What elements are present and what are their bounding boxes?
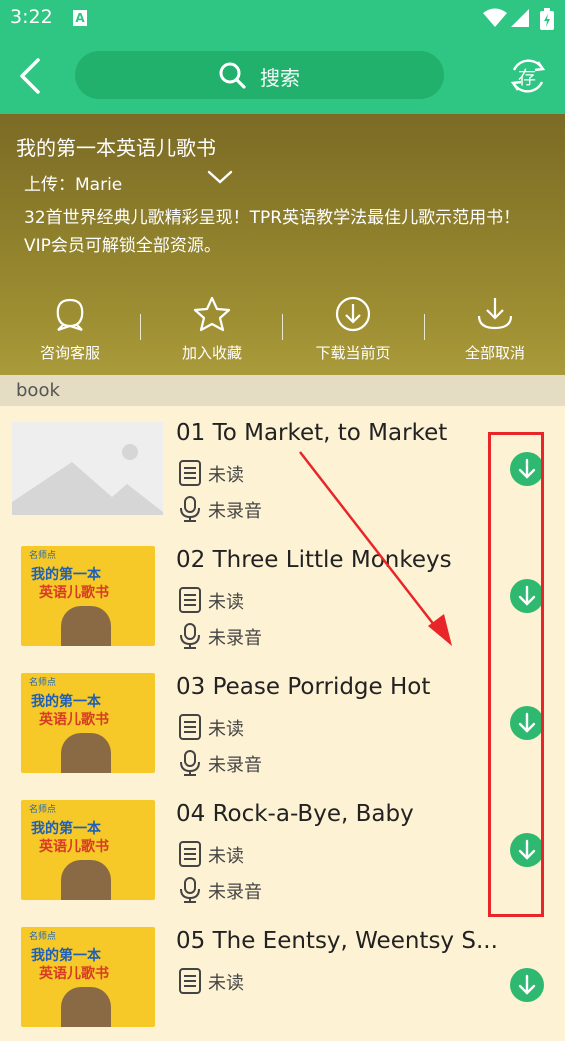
book-cover-thumbnail: 名师点 我的第一本 英语儿歌书 <box>21 546 155 646</box>
download-icon <box>518 974 536 995</box>
back-arrow-icon[interactable] <box>12 56 50 96</box>
customer-service-button[interactable]: 咨询客服 <box>5 296 135 366</box>
divider <box>424 314 425 340</box>
record-status-text: 未录音 <box>208 628 262 649</box>
uploader-label: 上传：Marie <box>24 175 123 195</box>
action-label: 全部取消 <box>464 344 525 362</box>
read-status-text: 未读 <box>208 465 244 486</box>
search-placeholder: 搜索 <box>260 66 300 90</box>
document-icon <box>179 841 201 867</box>
section-label: book <box>16 380 60 401</box>
search-bar[interactable]: 搜索 <box>75 51 444 99</box>
microphone-icon <box>180 750 200 776</box>
microphone-icon <box>180 496 200 522</box>
cover-title-line2: 英语儿歌书 <box>39 585 109 601</box>
record-status-text: 未录音 <box>208 755 262 776</box>
cover-tag: 名师点 <box>29 932 57 942</box>
divider <box>282 314 283 340</box>
status-time: 3:22 <box>10 6 53 28</box>
store-label: 存 <box>518 68 536 89</box>
cover-illustration <box>61 987 111 1027</box>
document-icon <box>179 714 201 740</box>
read-status-text: 未读 <box>208 592 244 613</box>
cancel-all-button[interactable]: 全部取消 <box>430 296 560 366</box>
cell-signal-icon <box>511 9 529 27</box>
list-item[interactable]: 名师点 我的第一本 英语儿歌书 05 The Eentsy, Weentsy S… <box>0 914 565 1041</box>
cover-illustration <box>61 606 111 646</box>
cover-tag: 名师点 <box>29 551 57 561</box>
cover-title-line1: 我的第一本 <box>31 821 101 837</box>
cover-title-line2: 英语儿歌书 <box>39 839 109 855</box>
section-header: book <box>0 375 565 406</box>
star-icon <box>193 296 231 332</box>
microphone-icon <box>180 623 200 649</box>
record-status-text: 未录音 <box>208 882 262 903</box>
book-cover-thumbnail: 名师点 我的第一本 英语儿歌书 <box>21 673 155 773</box>
document-icon <box>179 587 201 613</box>
cover-title-line2: 英语儿歌书 <box>39 966 109 982</box>
chevron-down-icon[interactable] <box>206 168 234 186</box>
status-indicator-icon: A <box>73 10 87 26</box>
book-title: 我的第一本英语儿歌书 <box>16 136 216 160</box>
cover-title-line1: 我的第一本 <box>31 567 101 583</box>
book-cover-thumbnail: 名师点 我的第一本 英语儿歌书 <box>21 927 155 1027</box>
divider <box>140 314 141 340</box>
cover-title-line1: 我的第一本 <box>31 694 101 710</box>
cover-title-line1: 我的第一本 <box>31 948 101 964</box>
app-bar: 搜索 存 <box>0 40 565 114</box>
cover-tag: 名师点 <box>29 678 57 688</box>
list-item[interactable]: 名师点 我的第一本 英语儿歌书 04 Rock-a-Bye, Baby 未读 未… <box>0 787 565 915</box>
list-item[interactable]: 名师点 我的第一本 英语儿歌书 02 Three Little Monkeys … <box>0 533 565 661</box>
action-label: 加入收藏 <box>181 344 242 362</box>
download-arrow-icon <box>477 298 513 330</box>
song-title: 02 Three Little Monkeys <box>176 547 452 573</box>
cover-title-line2: 英语儿歌书 <box>39 712 109 728</box>
placeholder-thumbnail <box>12 422 163 515</box>
book-description: 32首世界经典儿歌精彩呈现！TPR英语教学法最佳儿歌示范用书！VIP会员可解锁全… <box>24 208 521 256</box>
song-title: 03 Pease Porridge Hot <box>176 674 431 700</box>
status-bar: 3:22 A <box>0 0 565 40</box>
song-title: 04 Rock-a-Bye, Baby <box>176 801 414 827</box>
read-status-text: 未读 <box>208 719 244 740</box>
read-status-text: 未读 <box>208 973 244 994</box>
action-label: 咨询客服 <box>39 344 100 362</box>
read-status-text: 未读 <box>208 846 244 867</box>
download-current-page-button[interactable]: 下载当前页 <box>288 296 418 366</box>
wifi-icon <box>483 8 507 27</box>
cover-illustration <box>61 733 111 773</box>
cover-illustration <box>61 860 111 900</box>
image-placeholder-icon <box>12 444 163 515</box>
annotation-highlight-box <box>488 432 544 917</box>
book-cover-thumbnail: 名师点 我的第一本 英语儿歌书 <box>21 800 155 900</box>
book-info-header: 我的第一本英语儿歌书 上传：Marie 32首世界经典儿歌精彩呈现！TPR英语教… <box>0 114 565 375</box>
battery-icon <box>540 8 554 30</box>
list-item[interactable]: 名师点 我的第一本 英语儿歌书 03 Pease Porridge Hot 未读… <box>0 660 565 788</box>
document-icon <box>179 460 201 486</box>
download-circle-icon <box>335 296 371 332</box>
store-button[interactable]: 存 <box>508 56 548 96</box>
search-icon <box>219 62 246 89</box>
cover-tag: 名师点 <box>29 805 57 815</box>
list-item[interactable]: 01 To Market, to Market 未读 未录音 <box>0 406 565 534</box>
song-title: 05 The Eentsy, Weentsy S... <box>176 928 498 954</box>
microphone-icon <box>180 877 200 903</box>
record-status-text: 未录音 <box>208 501 262 522</box>
add-favorite-button[interactable]: 加入收藏 <box>147 296 277 366</box>
document-icon <box>179 968 201 994</box>
song-title: 01 To Market, to Market <box>176 420 448 446</box>
action-label: 下载当前页 <box>315 344 391 362</box>
download-button[interactable] <box>510 968 544 1002</box>
customer-service-icon <box>56 298 84 332</box>
